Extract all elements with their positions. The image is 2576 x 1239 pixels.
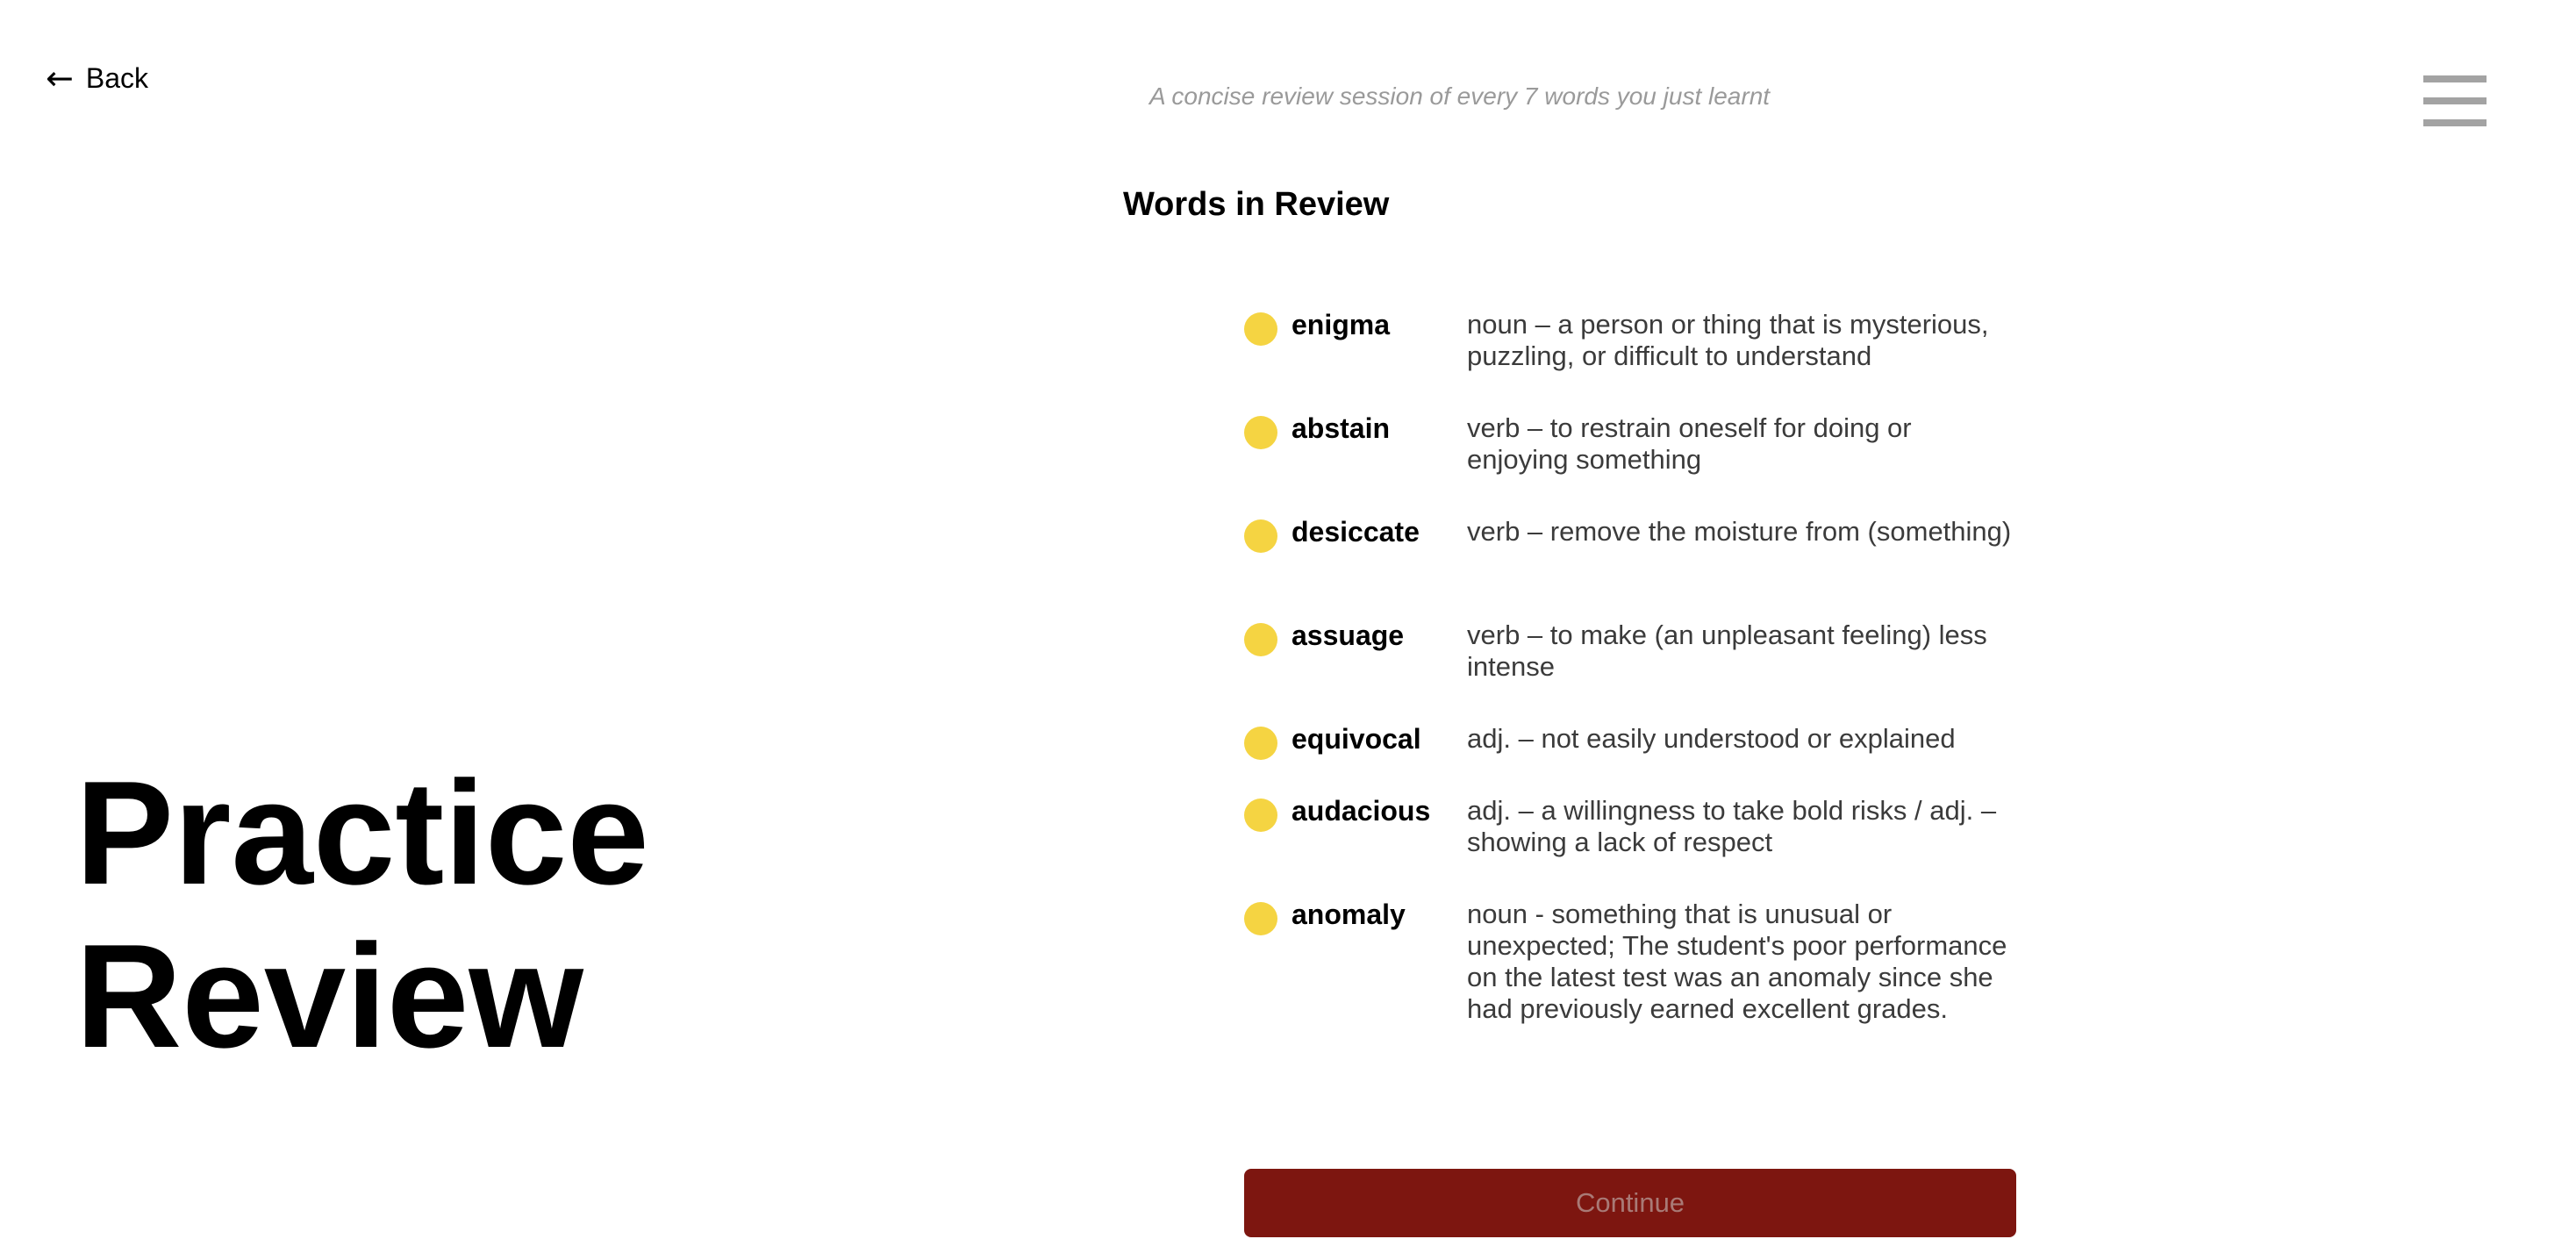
word-definition: adj. – not easily understood or explaine…: [1467, 723, 1956, 754]
page-subtitle: A concise review session of every 7 word…: [1149, 82, 1771, 110]
word-term: desiccate: [1292, 516, 1420, 548]
back-link[interactable]: ← Back: [46, 61, 148, 95]
page-title-line-2: Review: [75, 913, 583, 1078]
bullet-dot-icon: [1244, 519, 1277, 553]
list-item: anomaly noun - something that is unusual…: [1244, 899, 2016, 1025]
word-term: anomaly: [1292, 899, 1406, 930]
word-definition: verb – remove the moisture from (somethi…: [1467, 516, 2012, 547]
word-term: equivocal: [1292, 723, 1421, 755]
word-term: enigma: [1292, 309, 1391, 340]
menu-bar: [2423, 97, 2487, 104]
words-in-review-heading: Words in Review: [1123, 186, 1390, 223]
bullet-dot-icon: [1244, 799, 1277, 832]
list-item: equivocal adj. – not easily understood o…: [1244, 723, 2016, 760]
word-term: abstain: [1292, 412, 1391, 444]
bullet-dot-icon: [1244, 902, 1277, 935]
list-item: enigma noun – a person or thing that is …: [1244, 309, 2016, 372]
back-label: Back: [85, 61, 148, 94]
word-term: assuage: [1292, 620, 1405, 651]
practice-review-page: ← Back A concise review session of every…: [0, 0, 2576, 1239]
bullet-dot-icon: [1244, 416, 1277, 449]
bullet-dot-icon: [1244, 623, 1277, 656]
word-definition: verb – to make (an unpleasant feeling) l…: [1467, 620, 1987, 682]
list-item: audacious adj. – a willingness to take b…: [1244, 795, 2016, 858]
word-definition: noun - something that is unusual or unex…: [1467, 899, 2007, 1024]
menu-bar: [2423, 119, 2487, 126]
bullet-dot-icon: [1244, 727, 1277, 760]
word-definition: adj. – a willingness to take bold risks …: [1467, 795, 1997, 857]
word-term: audacious: [1292, 795, 1431, 827]
menu-bar: [2423, 75, 2487, 82]
continue-button[interactable]: Continue: [1244, 1169, 2016, 1237]
list-item: desiccate verb – remove the moisture fro…: [1244, 516, 2016, 579]
back-arrow-icon: ←: [46, 59, 74, 97]
word-list: enigma noun – a person or thing that is …: [1244, 309, 2016, 1065]
hamburger-menu-icon[interactable]: [2423, 75, 2487, 126]
word-definition: noun – a person or thing that is mysteri…: [1467, 309, 1989, 371]
page-title: Practice Review: [75, 751, 649, 1078]
list-item: assuage verb – to make (an unpleasant fe…: [1244, 620, 2016, 683]
word-definition: verb – to restrain oneself for doing or …: [1467, 412, 1912, 475]
list-item: abstain verb – to restrain oneself for d…: [1244, 412, 2016, 476]
bullet-dot-icon: [1244, 312, 1277, 346]
page-title-line-1: Practice: [75, 750, 649, 915]
